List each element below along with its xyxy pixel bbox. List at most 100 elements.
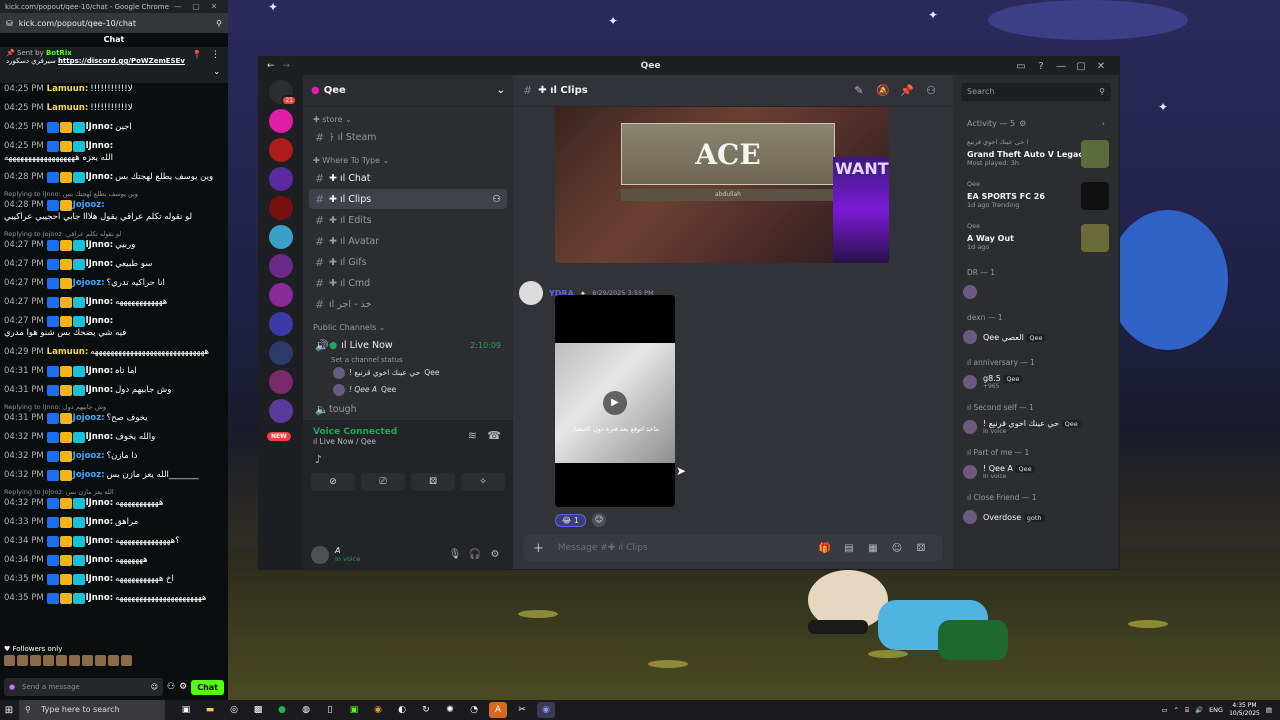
chat-username[interactable]: lJnno: <box>86 497 113 509</box>
video-attachment[interactable]: ▶ بتاخذ اتوقع بعد فترة دون الانتصار <box>555 295 675 507</box>
send-chat-button[interactable]: Chat <box>191 679 224 695</box>
member-item[interactable]: Overdose goth <box>963 506 1109 528</box>
channel-item[interactable]: # ✚ ıl Cmd <box>309 273 507 293</box>
server-icon[interactable] <box>269 341 293 365</box>
channel-item[interactable]: # ıl خذ - اجر <box>309 294 507 314</box>
notepad-icon[interactable]: ▯ <box>321 702 339 718</box>
inbox-icon[interactable]: ▭ <box>1011 61 1031 72</box>
back-arrow-icon[interactable]: ← <box>267 61 275 71</box>
activity-card[interactable]: حي عينك اخوي قرنيع ! Grand Theft Auto V L… <box>963 134 1109 174</box>
forward-arrow-icon[interactable]: → <box>283 61 291 71</box>
voice-user[interactable]: ! حي عينك اخوي قرنيع Qee <box>303 364 513 381</box>
chat-username[interactable]: lJnno: <box>86 315 113 327</box>
play-icon[interactable]: ▶ <box>603 391 627 415</box>
chat-username[interactable]: lJnno: <box>86 121 113 133</box>
emote-button[interactable] <box>108 655 119 666</box>
sticker-icon[interactable]: ▦ <box>861 543 885 554</box>
close-button[interactable]: ✕ <box>1091 61 1111 72</box>
server-icon[interactable] <box>269 254 293 278</box>
pin-toggle-icon[interactable]: 📍 <box>192 50 202 59</box>
clock[interactable]: 4:35 PM 10/5/2025 <box>1229 702 1260 718</box>
emote-button[interactable] <box>69 655 80 666</box>
screen-share-button[interactable]: ⎚ <box>361 473 405 491</box>
chat-username[interactable]: Jojooz: <box>73 199 105 211</box>
chevron-down-icon[interactable]: ⌄ <box>213 67 220 76</box>
windows-start-icon[interactable]: ⊞ <box>0 705 18 716</box>
server-icon[interactable] <box>269 196 293 220</box>
chat-username[interactable]: lJnno: <box>86 554 113 566</box>
reply-context[interactable]: Replying to lJnno: وين يوسف يطلع لهجتك ب… <box>4 190 224 199</box>
server-icon[interactable] <box>269 167 293 191</box>
voice-channel-live[interactable]: 🔊 ● ıl Live Now 2:10:09 <box>309 335 507 355</box>
tray-icon[interactable]: ▭ <box>1161 706 1167 714</box>
volume-icon[interactable]: 🔊 <box>1195 706 1203 714</box>
activity-card[interactable]: Qee EA SPORTS FC 26 1d ago Trending <box>963 176 1109 216</box>
app-icon[interactable]: ◔ <box>465 702 483 718</box>
chevron-up-icon[interactable]: ⌃ <box>1174 706 1179 714</box>
category-where-to-type[interactable]: ✚ Where To Type ⌄ <box>303 148 513 167</box>
channel-item[interactable]: # ✚ ıl Chat <box>309 168 507 188</box>
notifications-icon[interactable]: 🔕 <box>871 84 895 97</box>
chat-username[interactable]: lJnno: <box>86 239 113 251</box>
channel-item[interactable]: # ✚ ıl Avatar <box>309 231 507 251</box>
chat-username[interactable]: Jojooz: <box>73 469 105 481</box>
task-view-icon[interactable]: ▣ <box>177 702 195 718</box>
channel-status[interactable]: Set a channel status <box>303 356 513 364</box>
chat-username[interactable]: Jojooz: <box>73 412 105 424</box>
chat-input[interactable]: ● Send a message ☺ <box>4 678 164 696</box>
emote-button[interactable] <box>121 655 132 666</box>
server-icon[interactable] <box>269 312 293 336</box>
app-icon[interactable]: ▩ <box>249 702 267 718</box>
file-explorer-icon[interactable]: ▬ <box>201 702 219 718</box>
disconnect-icon[interactable]: ☎ <box>487 429 501 442</box>
avatar[interactable] <box>311 545 329 564</box>
plus-icon[interactable]: + <box>533 541 544 556</box>
message-composer[interactable]: + Message #✚ ıl Clips 🎁 ▤ ▦ ☺ ⚄ <box>523 535 943 561</box>
chat-username[interactable]: lJnno: <box>86 365 113 377</box>
gear-icon[interactable]: ⚙ <box>485 549 505 560</box>
channel-item[interactable]: # ✚ ıl Edits <box>309 210 507 230</box>
chat-username[interactable]: lJnno: <box>86 171 113 183</box>
direct-messages-icon[interactable]: 21 <box>269 80 297 106</box>
channel-item[interactable]: # ﴿ ıl Steam <box>309 127 507 147</box>
site-info-icon[interactable]: ⛁ <box>6 19 13 28</box>
network-icon[interactable]: ⌸ <box>1185 706 1189 715</box>
chrome-icon[interactable]: ◉ <box>369 702 387 718</box>
app-icon[interactable]: A <box>489 702 507 718</box>
chevron-right-icon[interactable]: › <box>1102 119 1105 128</box>
minimize-button[interactable]: — <box>169 2 187 11</box>
reply-context[interactable]: Replying to Jojooz: لو نقوله تكلم عراقي <box>4 230 224 239</box>
gif-icon[interactable]: ▤ <box>837 543 861 554</box>
server-icon[interactable] <box>269 399 293 423</box>
emoji-icon[interactable]: ☺ <box>151 678 158 696</box>
gift-icon[interactable]: 🎁 <box>813 543 837 554</box>
emote-button[interactable] <box>95 655 106 666</box>
steam-icon[interactable]: ◐ <box>393 702 411 718</box>
member-item[interactable]: g8.5 Qee +965 <box>963 371 1109 393</box>
member-item[interactable]: ! Qee A Qee In voice <box>963 461 1109 483</box>
emote-button[interactable] <box>82 655 93 666</box>
reaction-button[interactable]: 😂 1 <box>555 513 586 527</box>
language-indicator[interactable]: ENG <box>1209 706 1223 714</box>
chat-username[interactable]: lJnno: <box>86 535 113 547</box>
minimize-button[interactable]: — <box>1051 61 1071 72</box>
reply-context[interactable]: Replying to lJnno: وش جابيهم دول <box>4 403 224 412</box>
discord-invite-link[interactable]: https://discord.gg/PoWZemESEv <box>58 57 185 65</box>
member-item[interactable]: Qee العصي Qee <box>963 326 1109 348</box>
chat-username[interactable]: Jojooz: <box>73 450 105 462</box>
server-icon[interactable] <box>269 370 293 394</box>
chat-username[interactable]: Lamuun: <box>47 346 89 358</box>
taskbar-search[interactable]: ⚲ Type here to search <box>19 700 165 720</box>
chat-username[interactable]: lJnno: <box>86 573 113 585</box>
app-icon[interactable]: ↻ <box>417 702 435 718</box>
channel-item[interactable]: # ✚ ıl Gifs <box>309 252 507 272</box>
browser-icon[interactable]: ◎ <box>225 702 243 718</box>
maximize-button[interactable]: ▢ <box>1071 61 1091 72</box>
app-icon[interactable]: ✺ <box>441 702 459 718</box>
chat-username[interactable]: lJnno: <box>86 140 113 152</box>
reply-context[interactable]: Replying to Jojooz: الله يعز مازن بس <box>4 488 224 497</box>
activity-card[interactable]: Qee A Way Out 1d ago <box>963 218 1109 258</box>
emote-button[interactable] <box>17 655 28 666</box>
search-input[interactable]: Search ⚲ <box>961 83 1111 101</box>
gear-icon[interactable]: ⚙ <box>1019 119 1026 128</box>
